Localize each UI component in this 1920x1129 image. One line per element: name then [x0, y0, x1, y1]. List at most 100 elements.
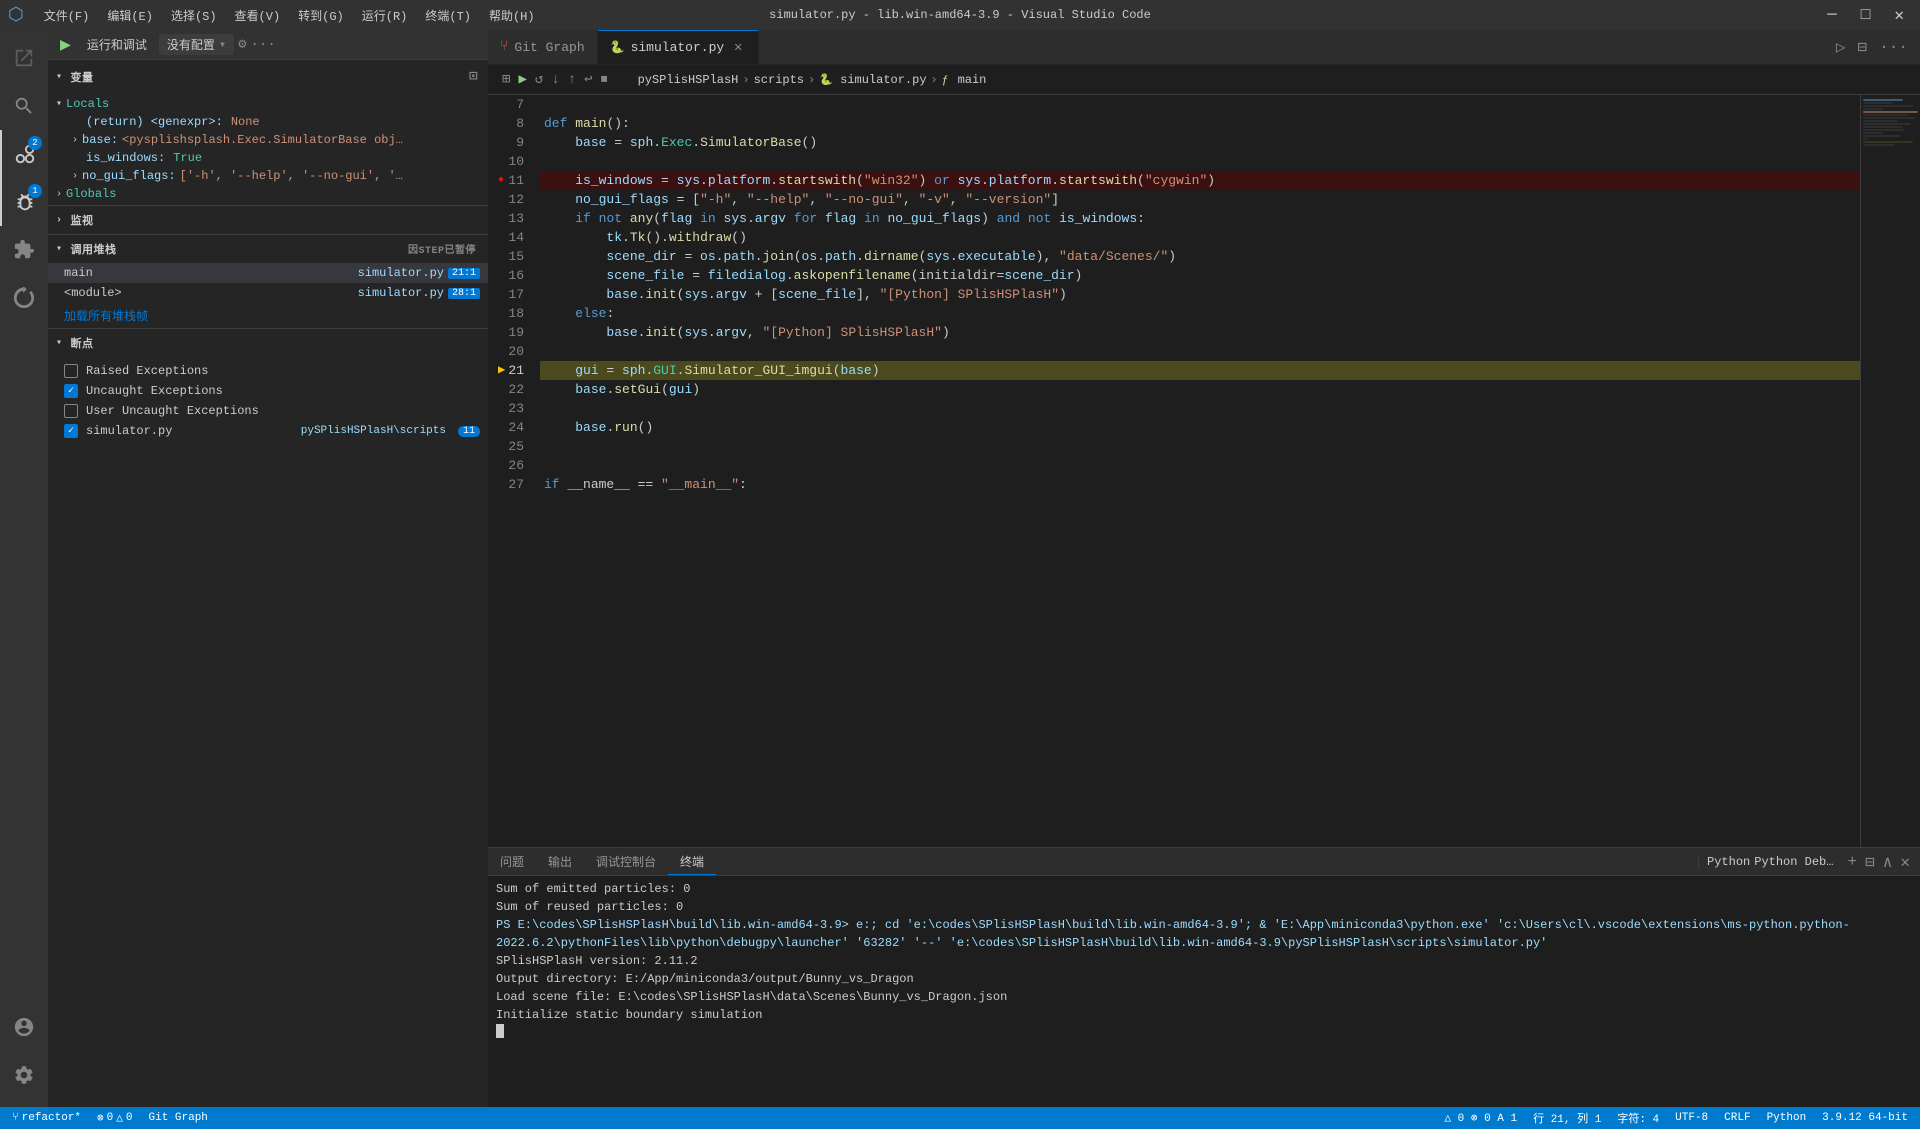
status-line-ending[interactable]: UTF-8 [1671, 1112, 1712, 1124]
terminal-line-3: PS E:\codes\SPlisHSPlasH\build\lib.win-a… [496, 916, 1912, 952]
callstack-item-module-name: <module> [64, 286, 122, 300]
activity-search[interactable] [0, 82, 48, 130]
locals-group[interactable]: ▾ Locals [48, 95, 488, 113]
minimize-button[interactable]: ─ [1819, 2, 1845, 28]
breadcrumb-step-into-icon[interactable]: ↑ [566, 70, 578, 90]
breadcrumb-play-icon[interactable]: ▶ [516, 69, 528, 90]
code-content[interactable]: def main (): base = sph . Exec . Simulat… [540, 95, 1860, 847]
panel-tab-output[interactable]: 输出 [536, 849, 584, 875]
breadcrumb-nav-icon1[interactable]: ⊞ [500, 69, 512, 90]
callstack-item-module[interactable]: <module> simulator.py 28:1 [48, 283, 488, 303]
title-bar-left: ⬡ 文件(F) 编辑(E) 选择(S) 查看(V) 转到(G) 运行(R) 终端… [8, 4, 543, 26]
callstack-item-main-line: 21:1 [448, 268, 480, 279]
menu-goto[interactable]: 转到(G) [290, 5, 352, 26]
panel-split-terminal-icon[interactable]: ⊟ [1863, 850, 1877, 874]
debug-more-icon[interactable]: ··· [251, 37, 276, 53]
debug-gear-icon[interactable]: ⚙ [238, 36, 246, 53]
status-git-branch[interactable]: ⑂ refactor* [8, 1112, 85, 1124]
breadcrumb-step-out-icon[interactable]: ↩ [582, 69, 594, 90]
panel-close-icon[interactable]: ✕ [1898, 850, 1912, 874]
activity-explorer[interactable] [0, 34, 48, 82]
menu-edit[interactable]: 编辑(E) [99, 5, 161, 26]
menu-view[interactable]: 查看(V) [227, 5, 289, 26]
breakpoint-user-uncaught[interactable]: User Uncaught Exceptions [48, 401, 488, 421]
status-chars[interactable]: 行 21, 列 1 [1529, 1110, 1605, 1126]
callstack-load-more[interactable]: 加载所有堆栈帧 [48, 303, 488, 328]
activity-debug[interactable]: 1 [0, 178, 48, 226]
menu-file[interactable]: 文件(F) [36, 5, 98, 26]
activity-settings[interactable] [0, 1051, 48, 1099]
status-csdn[interactable]: 3.9.12 64-bit [1818, 1112, 1912, 1124]
panel-maximize-icon[interactable]: ∧ [1881, 850, 1895, 874]
var-no-gui-flags[interactable]: › no_gui_flags: ['-h', '--help', '--no-g… [48, 167, 488, 185]
panel-tab-terminal[interactable]: 终端 [668, 849, 716, 875]
activity-test[interactable] [0, 274, 48, 322]
breadcrumb-stop-icon[interactable]: ⏹ [599, 70, 610, 90]
tab-bar-more-icon[interactable]: ··· [1875, 34, 1912, 60]
activity-extensions[interactable] [0, 226, 48, 274]
var-base-group[interactable]: › base: <pysplishsplash.Exec.SimulatorBa… [48, 131, 488, 149]
status-encoding[interactable]: 字符: 4 [1613, 1110, 1663, 1126]
breadcrumb-restart-icon[interactable]: ↺ [533, 69, 545, 90]
callstack-item-main[interactable]: main simulator.py 21:1 [48, 263, 488, 283]
status-language[interactable]: CRLF [1720, 1112, 1754, 1124]
terminal-python-debug-session[interactable]: Python Deb… [1754, 855, 1833, 869]
menu-terminal[interactable]: 终端(T) [417, 5, 479, 26]
breadcrumb-scripts[interactable]: scripts [754, 73, 804, 87]
terminal-selector[interactable]: Python Python Deb… [1698, 855, 1841, 869]
var-no-gui-expand: › [72, 171, 78, 182]
status-bar: ⑂ refactor* ⊗ 0 △ 0 Git Graph △ 0 ⊗ 0 A … [0, 1107, 1920, 1129]
breakpoints-header[interactable]: ▾ 断点 [48, 329, 488, 357]
menu-run[interactable]: 运行(R) [354, 5, 416, 26]
variables-collapse-icon[interactable]: ⊡ [467, 66, 480, 87]
var-is-windows[interactable]: is_windows: True [48, 149, 488, 167]
code-editor[interactable]: 7 8 9 10 ● 11 12 13 14 15 16 17 18 19 20… [488, 95, 1920, 847]
bp-simulator-checkbox[interactable] [64, 424, 78, 438]
menu-select[interactable]: 选择(S) [163, 5, 225, 26]
terminal-content[interactable]: Sum of emitted particles: 0 Sum of reuse… [488, 876, 1920, 1107]
activity-scm[interactable]: 2 [0, 130, 48, 178]
debug-play-button[interactable]: ▶ [56, 32, 75, 58]
callstack-item-module-line: 28:1 [448, 288, 480, 299]
tab-simulator-py[interactable]: 🐍 simulator.py ✕ [598, 30, 760, 64]
watch-header[interactable]: › 监视 [48, 206, 488, 234]
breadcrumb-workspace[interactable]: pySPlisHSPlasH [638, 73, 739, 87]
status-errors[interactable]: ⊗ 0 △ 0 [93, 1111, 136, 1125]
breadcrumb-file[interactable]: 🐍 simulator.py [819, 73, 926, 87]
breadcrumb-function[interactable]: ƒ main [942, 73, 987, 87]
tab-simulator-close-button[interactable]: ✕ [730, 40, 746, 56]
bp-uncaught-checkbox[interactable] [64, 384, 78, 398]
status-python-version[interactable]: Python [1763, 1112, 1811, 1124]
tab-git-graph[interactable]: ⑂ Git Graph [488, 30, 598, 64]
activity-account[interactable] [0, 1003, 48, 1051]
tab-bar-split-icon[interactable]: ⊟ [1854, 33, 1872, 61]
callstack-item-module-location: simulator.py 28:1 [358, 286, 480, 300]
breakpoint-raised-exceptions[interactable]: Raised Exceptions [48, 361, 488, 381]
breadcrumb-step-over-icon[interactable]: ↓ [549, 70, 561, 90]
variables-header[interactable]: ▾ 变量 ⊡ [48, 60, 488, 93]
status-git-graph[interactable]: Git Graph [145, 1112, 212, 1124]
callstack-header[interactable]: ▾ 调用堆栈 因STEP已暂停 [48, 235, 488, 263]
line-20: 20 [496, 342, 532, 361]
maximize-button[interactable]: □ [1853, 2, 1879, 28]
status-position[interactable]: △ 0 ⊗ 0 A 1 [1440, 1111, 1521, 1125]
breadcrumb-filename: simulator.py [840, 73, 926, 87]
menu-help[interactable]: 帮助(H) [481, 5, 543, 26]
panel-tab-problems[interactable]: 问题 [488, 849, 536, 875]
line-7: 7 [496, 95, 532, 114]
panel-tab-debug-console[interactable]: 调试控制台 [584, 849, 668, 875]
panel-add-terminal-icon[interactable]: + [1845, 851, 1859, 873]
breakpoint-uncaught-exceptions[interactable]: Uncaught Exceptions [48, 381, 488, 401]
run-debug-button[interactable]: ▷ [1832, 33, 1850, 61]
breakpoint-simulator-py[interactable]: simulator.py pySPlisHSPlasH\scripts 11 [48, 421, 488, 441]
bp-user-uncaught-checkbox[interactable] [64, 404, 78, 418]
globals-group[interactable]: › Globals [48, 185, 488, 203]
callstack-header-actions: 因STEP已暂停 [408, 241, 480, 257]
panel-tab-right: Python Python Deb… + ⊟ ∧ ✕ [1690, 850, 1920, 874]
code-line-25 [540, 437, 1860, 456]
debug-config-selector[interactable]: 没有配置 ▾ [159, 34, 234, 55]
close-button[interactable]: ✕ [1886, 1, 1912, 29]
bp-raised-checkbox[interactable] [64, 364, 78, 378]
var-return[interactable]: (return) <genexpr>: None [48, 113, 488, 131]
terminal-python-session[interactable]: Python [1707, 855, 1750, 869]
